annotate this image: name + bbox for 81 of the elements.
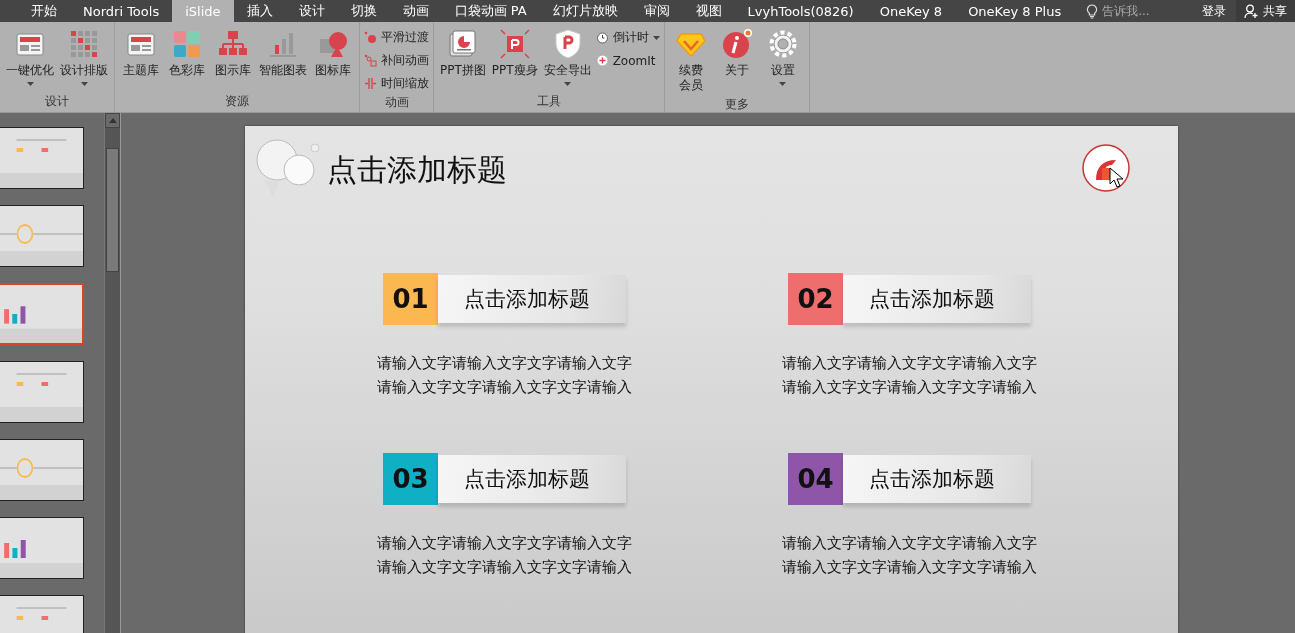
ribbon-button[interactable]: 图示库 xyxy=(211,26,255,80)
number-label: 02 xyxy=(788,273,843,325)
ribbon-tab[interactable]: 设计 xyxy=(285,0,338,22)
slide-title: 点击添加标题 xyxy=(327,150,507,189)
body-text: 请输入文字请输入文字文字请输入文字 xyxy=(377,354,633,373)
ribbon-button[interactable]: 主题库 xyxy=(119,26,163,80)
slide-thumbnail[interactable] xyxy=(0,361,84,423)
caret-icon xyxy=(26,82,34,86)
ribbon-tab[interactable]: 插入 xyxy=(233,0,286,22)
body-text: 请输入文字文字请输入文字文字请输入 xyxy=(782,378,1038,397)
group-label: 工具 xyxy=(535,93,562,110)
group-label: 动画 xyxy=(383,94,410,111)
ribbon-tab[interactable]: 幻灯片放映 xyxy=(539,0,631,22)
ribbon-button[interactable]: 一键优化 xyxy=(4,26,56,88)
body-text: 请输入文字请输入文字文字请输入文字 xyxy=(377,534,633,553)
number-label: 01 xyxy=(383,273,438,325)
slide-thumbnail[interactable] xyxy=(0,283,84,345)
ribbon-tab[interactable]: LvyhTools(0826) xyxy=(734,0,867,22)
ribbon-tab[interactable]: OneKey 8 Plus xyxy=(955,0,1075,22)
compress-icon xyxy=(498,28,531,60)
plus-circle-icon xyxy=(595,54,609,67)
group-label: 更多 xyxy=(723,96,750,113)
body-text: 请输入文字文字请输入文字文字请输入 xyxy=(782,558,1038,577)
slide-thumbnail[interactable] xyxy=(0,127,84,189)
number-label: 04 xyxy=(788,453,843,505)
caret-icon xyxy=(652,35,660,40)
scroll-bar[interactable] xyxy=(104,113,120,633)
ribbon-button[interactable]: 续费会员 xyxy=(668,26,713,95)
lightbulb-icon xyxy=(1086,3,1099,19)
ribbon-button[interactable]: 安全导出 xyxy=(541,26,594,88)
slide-thumbnail[interactable] xyxy=(0,439,84,501)
caret-icon xyxy=(564,82,572,86)
caret-icon xyxy=(779,82,787,86)
info-icon xyxy=(720,28,753,60)
ribbon-button[interactable]: 设置 xyxy=(760,26,805,88)
ribbon-button[interactable]: PPT瘦身 xyxy=(489,26,540,80)
card-title: 点击添加标题 xyxy=(843,275,1031,323)
ribbon-button[interactable]: 色彩库 xyxy=(165,26,209,80)
ribbon-button[interactable]: 补间动画 xyxy=(364,51,429,70)
sign-in-link[interactable]: 登录 xyxy=(1192,0,1236,22)
slide-thumbnail[interactable] xyxy=(0,205,84,267)
ribbon-tab[interactable]: 审阅 xyxy=(630,0,683,22)
card-title: 点击添加标题 xyxy=(438,455,626,503)
slide-thumbnail[interactable] xyxy=(0,517,84,579)
ribbon-button[interactable]: 设计排版 xyxy=(58,26,110,88)
ribbon-tab[interactable]: 动画 xyxy=(389,0,442,22)
split-bars-icon xyxy=(364,77,377,90)
group-label: 设计 xyxy=(44,93,70,110)
ribbon-button[interactable]: 智能图表 xyxy=(257,26,309,80)
body-text: 请输入文字请输入文字文字请输入文字 xyxy=(782,534,1038,553)
ribbon-button[interactable]: 倒计时 xyxy=(595,28,660,47)
ribbon-button[interactable]: 图标库 xyxy=(311,26,355,80)
ribbon-button[interactable]: ZoomIt xyxy=(595,51,660,70)
body-text: 请输入文字文字请输入文字文字请输入 xyxy=(377,378,633,397)
grid-icon xyxy=(68,28,100,60)
dot-path-icon xyxy=(364,31,377,44)
card-title: 点击添加标题 xyxy=(438,275,626,323)
caret-icon xyxy=(80,82,88,86)
body-text: 请输入文字文字请输入文字文字请输入 xyxy=(377,558,633,577)
ribbon-tab[interactable]: 视图 xyxy=(682,0,735,22)
ribbon-tab[interactable]: 口袋动画 PA xyxy=(441,0,540,22)
card-title: 点击添加标题 xyxy=(843,455,1031,503)
alarm-clock-icon xyxy=(595,31,609,44)
number-label: 03 xyxy=(383,453,438,505)
color-swatches-icon xyxy=(171,28,203,60)
dot-square-icon xyxy=(364,54,377,67)
share-button[interactable]: 共享 xyxy=(1236,0,1295,22)
add-person-icon xyxy=(1244,3,1260,19)
ribbon-button[interactable]: PPT拼图 xyxy=(438,26,488,80)
ribbon-tab[interactable]: OneKey 8 xyxy=(866,0,956,22)
body-text: 请输入文字请输入文字文字请输入文字 xyxy=(782,354,1038,373)
ribbon-button[interactable]: 平滑过渡 xyxy=(364,28,429,47)
ribbon-tab[interactable]: 切换 xyxy=(337,0,390,22)
group-label: 资源 xyxy=(224,93,250,110)
ribbon-tab[interactable]: 开始 xyxy=(18,0,70,22)
ribbon-button[interactable]: 关于 xyxy=(714,26,759,80)
logo-icon xyxy=(1082,144,1130,192)
ribbon-tab[interactable]: Nordri Tools xyxy=(70,0,173,22)
tell-me-field[interactable]: 告诉我... xyxy=(1102,4,1183,18)
ribbon-button[interactable]: 时间缩放 xyxy=(364,74,429,93)
pie-document-icon xyxy=(446,28,479,60)
